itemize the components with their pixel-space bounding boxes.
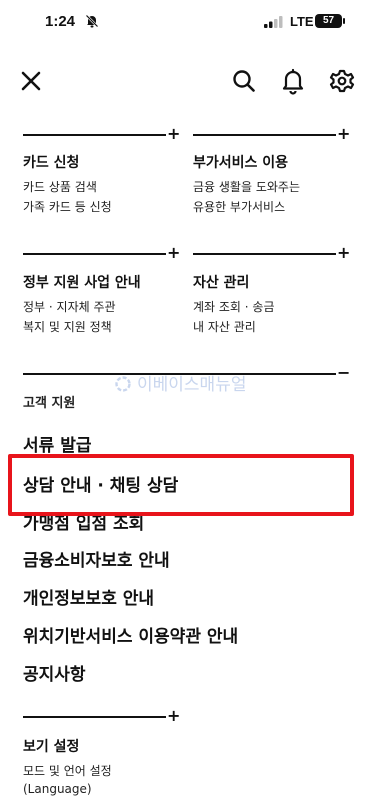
divider-line	[23, 716, 166, 718]
divider-line	[193, 134, 336, 136]
highlight-box	[8, 454, 354, 516]
support-item[interactable]: 공지사항	[23, 660, 86, 685]
menu-card-title[interactable]: 자산 관리	[193, 272, 249, 292]
search-icon[interactable]	[231, 68, 257, 94]
support-item[interactable]: 위치기반서비스 이용약관 안내	[23, 622, 238, 647]
menu-card-title[interactable]: 정부 지원 사업 안내	[23, 272, 141, 292]
support-item[interactable]: 개인정보보호 안내	[23, 584, 154, 609]
network-type: LTE	[290, 14, 314, 29]
expand-icon[interactable]: +	[337, 244, 350, 262]
menu-card-desc[interactable]: 카드 상품 검색	[23, 177, 97, 197]
menu-card-desc[interactable]: 금융 생활을 도와주는	[193, 177, 300, 197]
watermark-text: 이베이스매뉴얼	[137, 375, 247, 395]
bell-icon[interactable]	[280, 67, 306, 95]
signal-icon	[264, 16, 283, 28]
menu-card-desc[interactable]: 복지 및 지원 정책	[23, 317, 112, 337]
menu-card-desc[interactable]: 가족 카드 등 신청	[23, 197, 112, 217]
gear-icon[interactable]	[329, 67, 355, 95]
view-settings-title[interactable]: 보기 설정	[23, 736, 79, 756]
bell-off-icon	[85, 14, 99, 28]
battery-level: 57	[322, 15, 335, 26]
support-item[interactable]: 서류 발급	[23, 431, 91, 456]
close-icon[interactable]	[18, 68, 44, 94]
menu-card-desc[interactable]: 유용한 부가서비스	[193, 197, 285, 217]
menu-card-desc[interactable]: 계좌 조회 · 송금	[193, 297, 275, 317]
menu-card-desc[interactable]: 정부 · 지자체 주관	[23, 297, 116, 317]
divider-line	[23, 134, 166, 136]
support-section-title: 고객 지원	[23, 396, 76, 411]
collapse-icon[interactable]: −	[337, 364, 350, 382]
menu-card-desc[interactable]: 내 자산 관리	[193, 317, 256, 337]
menu-card-title[interactable]: 부가서비스 이용	[193, 152, 288, 172]
section-divider[interactable]: +	[23, 244, 183, 262]
expand-icon[interactable]: +	[167, 244, 180, 262]
view-settings-desc[interactable]: (Language)	[23, 779, 92, 799]
status-time: 1:24	[45, 13, 76, 30]
section-divider[interactable]: +	[23, 707, 183, 725]
section-divider[interactable]: +	[193, 125, 353, 143]
watermark: 이베이스매뉴얼	[115, 370, 246, 395]
divider-line	[23, 253, 166, 255]
expand-icon[interactable]: +	[167, 707, 180, 725]
battery-icon: 57	[315, 14, 345, 28]
menu-card-title[interactable]: 카드 신청	[23, 152, 79, 172]
divider-line	[193, 253, 336, 255]
watermark-logo-icon	[115, 376, 131, 392]
expand-icon[interactable]: +	[337, 125, 350, 143]
section-divider[interactable]: +	[23, 125, 183, 143]
support-item[interactable]: 금융소비자보호 안내	[23, 546, 170, 571]
section-divider[interactable]: +	[193, 244, 353, 262]
view-settings-desc[interactable]: 모드 및 언어 설정	[23, 761, 112, 781]
expand-icon[interactable]: +	[167, 125, 180, 143]
